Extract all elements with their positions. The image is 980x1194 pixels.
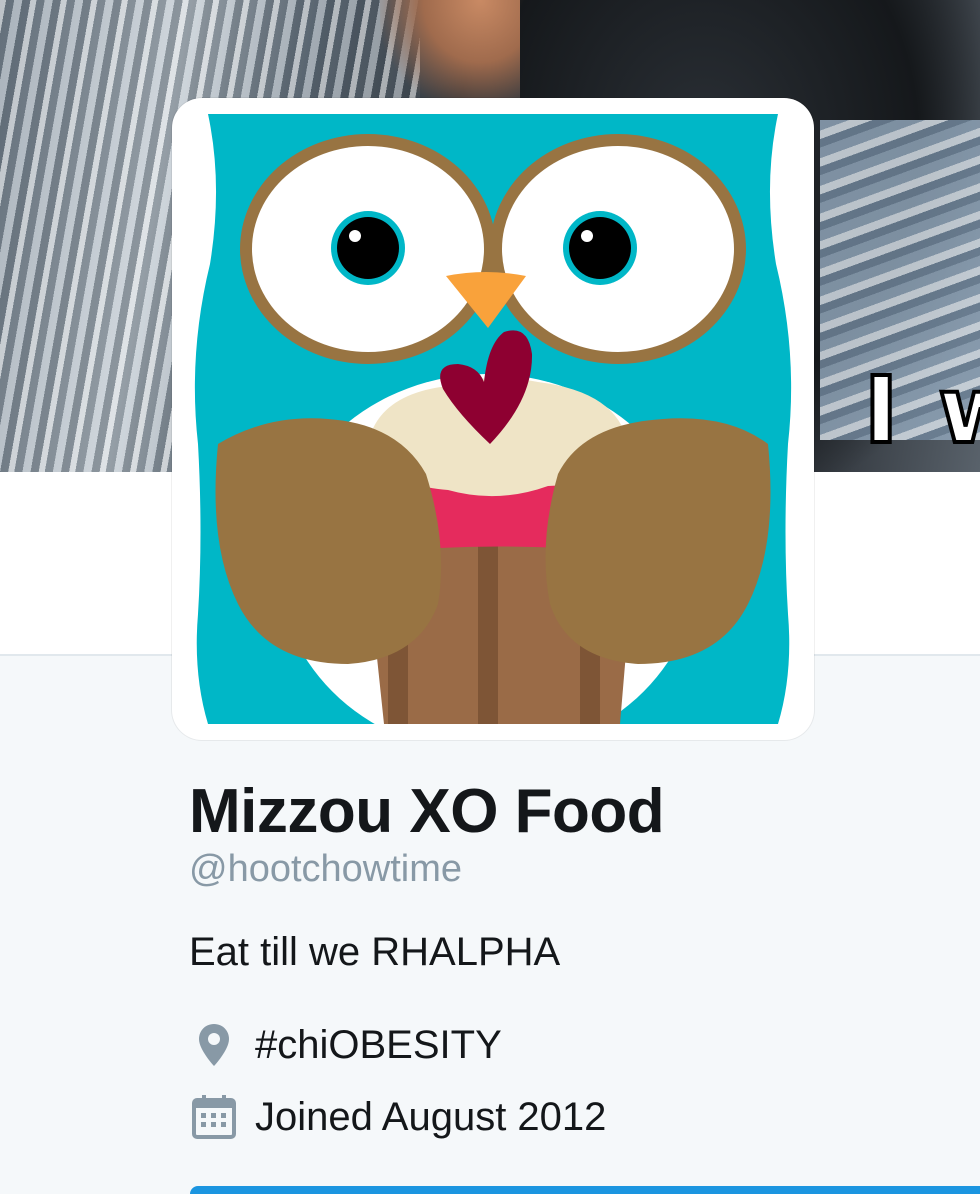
- profile-location-text[interactable]: #chiOBESITY: [255, 1023, 502, 1068]
- profile-handle[interactable]: @hootchowtime: [189, 848, 462, 891]
- location-pin-icon: [189, 1020, 239, 1070]
- follow-button-edge[interactable]: [190, 1186, 980, 1194]
- calendar-icon: [189, 1092, 239, 1142]
- profile-bio: Eat till we RHALPHA: [189, 930, 561, 974]
- profile-location: #chiOBESITY: [189, 1020, 502, 1070]
- banner-meme-caption: I w: [862, 357, 980, 464]
- profile-join-date-text: Joined August 2012: [255, 1094, 607, 1139]
- owl-cupcake-avatar-image: [194, 114, 792, 724]
- profile-display-name[interactable]: Mizzou XO Food: [189, 776, 665, 847]
- profile-avatar[interactable]: [172, 98, 814, 740]
- profile-join-date: Joined August 2012: [189, 1092, 606, 1142]
